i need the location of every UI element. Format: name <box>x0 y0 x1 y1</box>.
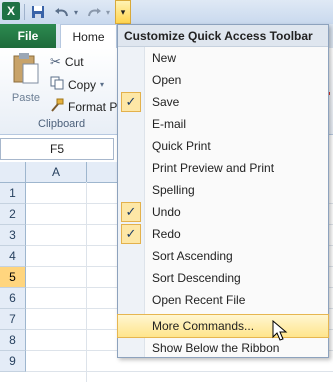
undo-icon[interactable] <box>52 3 72 21</box>
copy-dropdown-icon[interactable]: ▾ <box>100 80 104 89</box>
row-header-5[interactable]: 5 <box>0 267 26 288</box>
menu-item-more-commands[interactable]: More Commands... <box>117 314 329 338</box>
paste-label: Paste <box>11 92 41 104</box>
mouse-cursor-icon <box>272 319 288 345</box>
menu-item-print-preview[interactable]: Print Preview and Print <box>118 157 328 179</box>
menu-item-email[interactable]: E-mail <box>118 113 328 135</box>
copy-label: Copy <box>68 77 97 92</box>
undo-dropdown-icon[interactable]: ▾ <box>72 3 80 21</box>
row-header-2[interactable]: 2 <box>0 204 26 225</box>
row-header-3[interactable]: 3 <box>0 225 26 246</box>
menu-item-new[interactable]: New <box>118 47 328 69</box>
save-icon[interactable] <box>29 3 47 21</box>
clipboard-group-label: Clipboard <box>38 118 86 130</box>
row-header-9[interactable]: 9 <box>0 351 26 372</box>
row-header-1[interactable]: 1 <box>0 183 26 204</box>
menu-item-undo[interactable]: ✓ Undo <box>118 201 328 223</box>
menu-item-spelling[interactable]: Spelling <box>118 179 328 201</box>
paste-icon <box>13 53 39 84</box>
menu-item-quick-print[interactable]: Quick Print <box>118 135 328 157</box>
redo-icon[interactable] <box>84 3 104 21</box>
paste-button[interactable]: Paste <box>6 52 46 114</box>
checkmark-icon: ✓ <box>121 92 141 112</box>
row-header-7[interactable]: 7 <box>0 309 26 330</box>
tab-home[interactable]: Home <box>60 24 117 49</box>
cut-button[interactable]: ✂ Cut <box>50 54 84 70</box>
toolbar-separator <box>24 4 25 20</box>
copy-button[interactable]: Copy ▾ <box>50 76 104 93</box>
menu-item-show-below-ribbon[interactable]: Show Below the Ribbon <box>118 337 328 359</box>
menu-item-open-recent-file[interactable]: Open Recent File <box>118 289 328 311</box>
menu-item-save[interactable]: ✓ Save <box>118 91 328 113</box>
tab-file[interactable]: File <box>0 24 56 48</box>
menu-item-sort-ascending[interactable]: Sort Ascending <box>118 245 328 267</box>
menu-item-redo[interactable]: ✓ Redo <box>118 223 328 245</box>
name-box[interactable]: F5 <box>0 138 114 160</box>
column-header-a[interactable]: A <box>26 162 87 183</box>
excel-app-icon[interactable]: X <box>2 2 20 20</box>
row-header-8[interactable]: 8 <box>0 330 26 351</box>
format-painter-button[interactable]: Format Pa <box>50 98 124 115</box>
menu-title: Customize Quick Access Toolbar <box>118 25 328 47</box>
checkmark-icon: ✓ <box>121 224 141 244</box>
menu-item-open[interactable]: Open <box>118 69 328 91</box>
copy-icon <box>50 76 64 93</box>
column-header-b[interactable] <box>87 162 117 183</box>
select-all-corner[interactable] <box>0 162 26 183</box>
menu-item-sort-descending[interactable]: Sort Descending <box>118 267 328 289</box>
row-header-4[interactable]: 4 <box>0 246 26 267</box>
quick-access-toolbar: X ▾ ▾ ▾ <box>0 0 333 25</box>
row-header-6[interactable]: 6 <box>0 288 26 309</box>
cut-label: Cut <box>64 55 84 69</box>
format-painter-label: Format Pa <box>68 99 125 114</box>
scissors-icon: ✂ <box>50 54 61 69</box>
redo-dropdown-icon[interactable]: ▾ <box>104 3 112 21</box>
customize-qat-dropdown-button[interactable]: ▾ <box>115 0 131 24</box>
checkmark-icon: ✓ <box>121 202 141 222</box>
customize-qat-menu: Customize Quick Access Toolbar New Open … <box>117 24 329 358</box>
paintbrush-icon <box>50 98 64 115</box>
column-gridline <box>86 182 87 382</box>
